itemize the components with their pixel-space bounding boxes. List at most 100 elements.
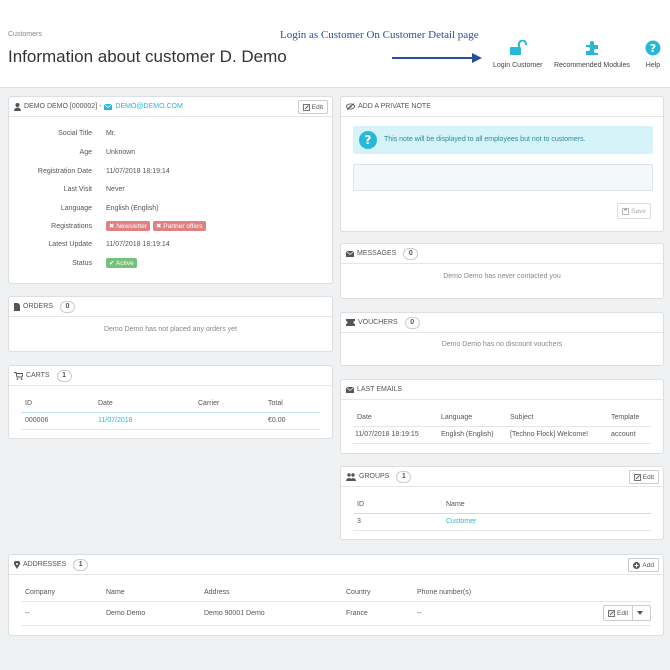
info-value: Mr. bbox=[106, 130, 116, 137]
edit-label: Edit bbox=[617, 609, 629, 617]
help-icon: ? bbox=[359, 131, 377, 149]
carts-title: CARTS bbox=[26, 372, 50, 379]
login-customer-label: Login Customer bbox=[493, 62, 543, 69]
orders-count-badge: 0 bbox=[59, 300, 75, 313]
private-note-textarea[interactable] bbox=[353, 164, 653, 191]
file-icon bbox=[14, 302, 20, 311]
info-row-latest-update: Latest Update 11/07/2018 18:19:14 bbox=[9, 241, 332, 253]
customer-name: DEMO DEMO [000002] - bbox=[24, 103, 102, 110]
eye-slash-icon bbox=[346, 103, 355, 110]
table-divider bbox=[21, 412, 320, 413]
column-header-carrier[interactable]: Carrier bbox=[198, 400, 219, 407]
info-label: Registration Date bbox=[37, 168, 92, 175]
addresses-title: ADDRESSES bbox=[23, 561, 67, 568]
caret-down-icon[interactable] bbox=[637, 611, 644, 615]
panel-heading: LAST EMAILS bbox=[341, 380, 663, 400]
partner-offers-label: Partner offers bbox=[163, 223, 203, 230]
annotation-text: Login as Customer On Customer Detail pag… bbox=[280, 29, 479, 41]
carts-count-badge: 1 bbox=[56, 369, 72, 382]
newsletter-label: Newsletter bbox=[116, 223, 147, 230]
column-header-total[interactable]: Total bbox=[268, 400, 283, 407]
address-phone-cell: -- bbox=[417, 610, 422, 617]
envelope-icon bbox=[346, 386, 354, 393]
info-row-social-title: Social Title Mr. bbox=[9, 130, 332, 142]
email-language-cell: English (English) bbox=[441, 431, 494, 438]
panel-heading: CARTS 1 bbox=[9, 366, 332, 386]
info-label: Registrations bbox=[51, 223, 92, 230]
column-header-address[interactable]: Address bbox=[204, 589, 230, 596]
recommended-modules-label: Recommended Modules bbox=[554, 62, 630, 69]
login-customer-button[interactable]: Login Customer bbox=[493, 40, 542, 69]
cart-id-cell: 000006 bbox=[25, 417, 49, 424]
info-label: Language bbox=[60, 205, 92, 212]
info-label: Social Title bbox=[58, 130, 92, 137]
add-address-button[interactable]: Add bbox=[628, 558, 659, 572]
ticket-icon bbox=[346, 319, 355, 326]
group-id-cell: 3 bbox=[357, 518, 361, 525]
panel-heading: DEMO DEMO [000002] - DEMO@DEMO.COM bbox=[9, 97, 332, 117]
edit-groups-button[interactable]: Edit bbox=[628, 470, 659, 484]
customer-info-panel: DEMO DEMO [000002] - DEMO@DEMO.COM Edit … bbox=[8, 96, 333, 284]
edit-label: Edit bbox=[311, 103, 323, 111]
edit-address-button[interactable]: Edit bbox=[603, 605, 651, 621]
orders-empty-message: Demo Demo has not placed any orders yet bbox=[103, 326, 238, 333]
column-header-id[interactable]: ID bbox=[25, 400, 32, 407]
save-note-button[interactable]: Save bbox=[617, 203, 651, 219]
info-value: Unknown bbox=[106, 149, 136, 156]
column-header-name[interactable]: Name bbox=[446, 501, 465, 508]
breadcrumb[interactable]: Customers bbox=[8, 31, 42, 38]
annotation-arrow-icon bbox=[392, 53, 482, 63]
vouchers-panel: VOUCHERS 0 Demo Demo has no discount vou… bbox=[340, 312, 664, 366]
messages-panel: MESSAGES 0 Demo Demo has never contacted… bbox=[340, 243, 664, 299]
recommended-modules-button[interactable]: Recommended Modules bbox=[554, 40, 630, 69]
help-button[interactable]: ? Help bbox=[645, 40, 661, 69]
info-label: Latest Update bbox=[48, 241, 92, 248]
panel-heading: ADD A PRIVATE NOTE bbox=[341, 97, 663, 117]
messages-count-badge: 0 bbox=[403, 247, 419, 260]
column-header-subject[interactable]: Subject bbox=[510, 414, 533, 421]
save-icon bbox=[622, 207, 629, 215]
column-header-date[interactable]: Date bbox=[98, 400, 113, 407]
edit-customer-button[interactable]: Edit bbox=[297, 100, 328, 114]
column-header-name[interactable]: Name bbox=[106, 589, 125, 596]
pencil-icon bbox=[608, 609, 615, 617]
table-divider bbox=[353, 426, 651, 427]
table-divider bbox=[21, 625, 651, 626]
save-label: Save bbox=[631, 207, 646, 215]
messages-title: MESSAGES bbox=[357, 250, 397, 257]
panel-heading: MESSAGES 0 bbox=[341, 244, 663, 264]
table-divider bbox=[353, 443, 651, 444]
envelope-icon bbox=[104, 103, 113, 110]
info-value: English (English) bbox=[106, 205, 159, 212]
info-value: Never bbox=[106, 186, 125, 193]
map-marker-icon bbox=[14, 560, 20, 569]
status-badge: ✔ Active bbox=[106, 258, 137, 268]
note-info-text: This note will be displayed to all emplo… bbox=[384, 136, 586, 143]
groups-title: GROUPS bbox=[359, 473, 390, 480]
plus-circle-icon bbox=[633, 561, 641, 569]
cart-icon bbox=[14, 371, 23, 380]
column-header-country[interactable]: Country bbox=[346, 589, 371, 596]
pencil-icon bbox=[633, 473, 641, 481]
column-header-company[interactable]: Company bbox=[25, 589, 55, 596]
email-date-cell: 11/07/2018 18:19:15 bbox=[355, 431, 419, 438]
column-header-phone[interactable]: Phone number(s) bbox=[417, 589, 471, 596]
column-header-language[interactable]: Language bbox=[441, 414, 472, 421]
email-subject-cell: [Techno Flock] Welcome! bbox=[510, 431, 589, 438]
partner-offers-badge: ✖ Partner offers bbox=[152, 221, 206, 231]
column-header-template[interactable]: Template bbox=[611, 414, 639, 421]
edit-address-main[interactable]: Edit bbox=[604, 606, 634, 620]
customer-email-link[interactable]: DEMO@DEMO.COM bbox=[115, 103, 182, 110]
add-label: Add bbox=[642, 561, 654, 569]
registrations-tags: ✖ Newsletter ✖ Partner offers bbox=[106, 221, 209, 231]
note-info-alert: ? This note will be displayed to all emp… bbox=[353, 126, 653, 154]
panel-heading: VOUCHERS 0 bbox=[341, 313, 663, 333]
puzzle-icon bbox=[585, 41, 598, 55]
info-label: Age bbox=[79, 149, 92, 156]
column-header-date[interactable]: Date bbox=[357, 414, 372, 421]
info-row-language: Language English (English) bbox=[9, 205, 332, 217]
vouchers-empty-message: Demo Demo has no discount vouchers bbox=[441, 341, 563, 348]
vouchers-title: VOUCHERS bbox=[358, 319, 398, 326]
private-note-title: ADD A PRIVATE NOTE bbox=[358, 103, 431, 110]
column-header-id[interactable]: ID bbox=[357, 501, 364, 508]
